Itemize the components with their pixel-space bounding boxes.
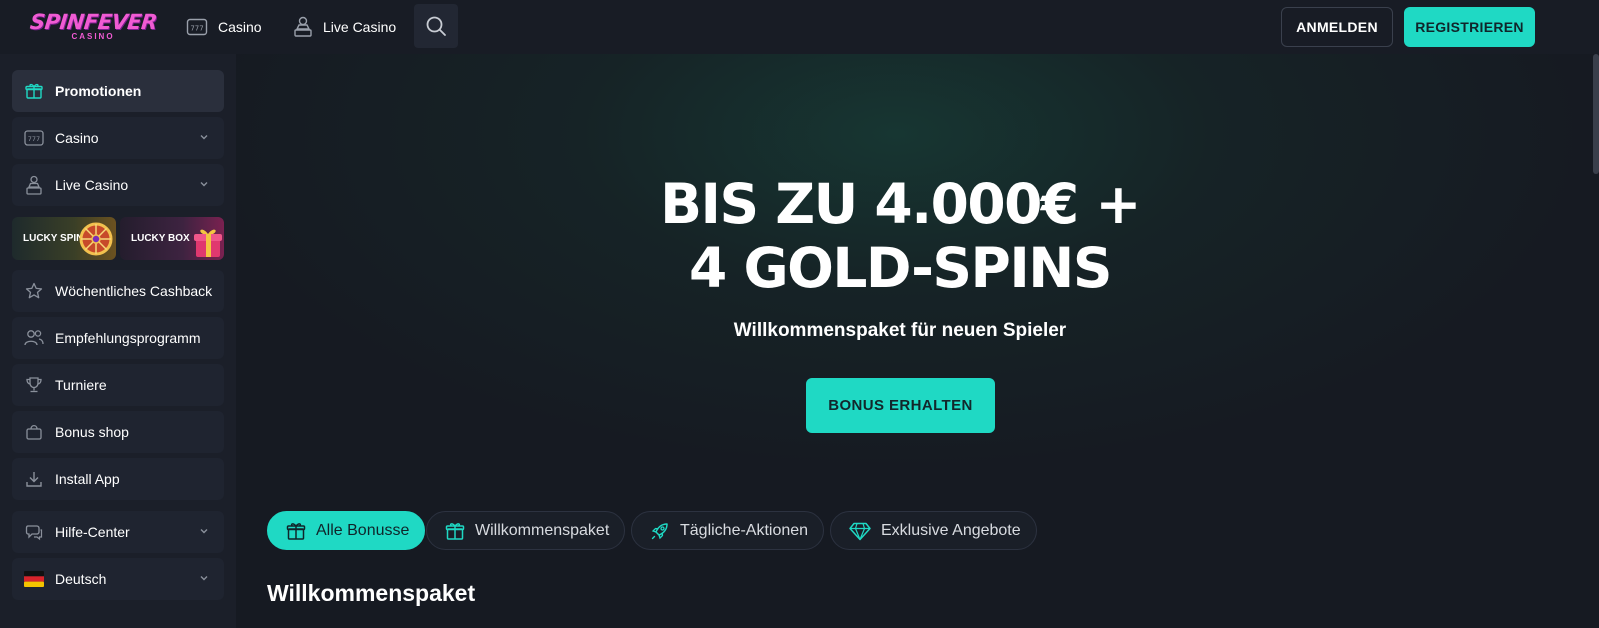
- top-bar: SPINFEVER CASINO 777 Casino Live Casino …: [0, 0, 1599, 54]
- hero-subtitle: Willkommenspaket für neuen Spieler: [733, 320, 1067, 341]
- star-icon: [24, 281, 44, 301]
- login-button[interactable]: ANMELDEN: [1281, 7, 1393, 47]
- sidebar-item-promotionen[interactable]: Promotionen: [12, 70, 224, 112]
- sidebar-item-label: Deutsch: [55, 571, 107, 587]
- section-title: Willkommenspaket: [267, 580, 476, 606]
- slot-machine-icon: 777: [24, 128, 44, 148]
- wheel-icon: [79, 222, 113, 256]
- sidebar-item-live-casino[interactable]: Live Casino: [12, 164, 224, 206]
- lucky-box-label: LUCKY BOX: [131, 233, 190, 244]
- dealer-icon: [24, 175, 44, 195]
- sidebar-item-label: Live Casino: [55, 177, 129, 193]
- spinfever-logo[interactable]: SPINFEVER CASINO: [28, 10, 157, 43]
- sidebar-item-language[interactable]: Deutsch: [12, 558, 224, 600]
- filter-label: Exklusive Angebote: [881, 521, 1021, 539]
- chevron-down-icon[interactable]: [198, 572, 210, 584]
- sidebar-item-label: Empfehlungsprogramm: [55, 330, 201, 346]
- filter-label: Willkommenspaket: [475, 521, 610, 539]
- sidebar-item-label: Promotionen: [55, 83, 142, 99]
- chevron-down-icon[interactable]: [198, 178, 210, 190]
- gift-box-icon: [194, 229, 222, 257]
- lucky-spin-tile[interactable]: LUCKY SPIN: [12, 217, 116, 260]
- slot-machine-icon: 777: [186, 18, 208, 36]
- svg-text:777: 777: [28, 135, 40, 143]
- sidebar-item-label: Wöchentliches Cashback: [55, 283, 213, 299]
- sidebar-item-referral[interactable]: Empfehlungsprogramm: [12, 317, 224, 359]
- nav-live-casino-label: Live Casino: [323, 19, 397, 35]
- sidebar-item-help-center[interactable]: Hilfe-Center: [12, 511, 224, 553]
- search-button[interactable]: [414, 4, 458, 48]
- sidebar-item-casino[interactable]: 777 Casino: [12, 117, 224, 159]
- sidebar-item-label: Install App: [55, 471, 120, 487]
- sidebar-item-label: Casino: [55, 130, 99, 146]
- gift-box-icon: [445, 522, 465, 540]
- german-flag-icon: [24, 569, 44, 589]
- sidebar-item-bonus-shop[interactable]: Bonus shop: [12, 411, 224, 453]
- chevron-down-icon[interactable]: [198, 525, 210, 537]
- nav-casino-label: Casino: [218, 19, 262, 35]
- sidebar-item-tournaments[interactable]: Turniere: [12, 364, 224, 406]
- register-button[interactable]: REGISTRIEREN: [1404, 7, 1535, 47]
- hero-title: BIS ZU 4.000€ + 4 GOLD-SPINS: [236, 172, 1564, 300]
- scrollbar-thumb[interactable]: [1593, 54, 1599, 174]
- filter-welcome-package[interactable]: Willkommenspaket: [426, 511, 626, 550]
- users-icon: [24, 328, 44, 348]
- filter-label: Alle Bonusse: [316, 521, 410, 539]
- bonus-cta-button[interactable]: BONUS ERHALTEN: [806, 378, 995, 433]
- sidebar: Promotionen 777 Casino Live Casino LUCKY…: [0, 54, 236, 628]
- filter-exclusive-offers[interactable]: Exklusive Angebote: [830, 511, 1037, 550]
- search-icon: [426, 16, 446, 36]
- lucky-spin-label: LUCKY SPIN: [23, 233, 84, 244]
- sidebar-item-label: Bonus shop: [55, 424, 129, 440]
- sidebar-item-label: Turniere: [55, 377, 107, 393]
- filter-all-bonuses[interactable]: Alle Bonusse: [267, 511, 426, 550]
- rocket-icon: [651, 522, 668, 539]
- lucky-box-tile[interactable]: LUCKY BOX: [120, 217, 224, 260]
- diamond-icon: [849, 522, 871, 540]
- main-content: BIS ZU 4.000€ + 4 GOLD-SPINS Willkommens…: [236, 54, 1599, 628]
- svg-text:777: 777: [190, 25, 203, 33]
- chevron-down-icon[interactable]: [198, 131, 210, 143]
- hero-title-line1: BIS ZU 4.000€ +: [660, 172, 1141, 236]
- sidebar-item-label: Hilfe-Center: [55, 524, 130, 540]
- gift-icon: [24, 81, 44, 101]
- shopping-bag-icon: [24, 422, 44, 442]
- logo-wordmark: SPINFEVER: [28, 10, 158, 34]
- gift-icon: [286, 522, 306, 540]
- nav-live-casino-link[interactable]: Live Casino: [293, 0, 396, 54]
- hero-title-line2: 4 GOLD-SPINS: [689, 236, 1112, 300]
- download-icon: [24, 469, 44, 489]
- sidebar-item-install-app[interactable]: Install App: [12, 458, 224, 500]
- filter-daily-actions[interactable]: Tägliche-Aktionen: [631, 511, 825, 550]
- filter-label: Tägliche-Aktionen: [680, 521, 809, 539]
- trophy-icon: [24, 375, 44, 395]
- nav-casino-link[interactable]: 777 Casino: [186, 0, 262, 54]
- dealer-icon: [294, 16, 312, 37]
- chat-icon: [24, 522, 44, 542]
- sidebar-item-cashback[interactable]: Wöchentliches Cashback: [12, 270, 224, 312]
